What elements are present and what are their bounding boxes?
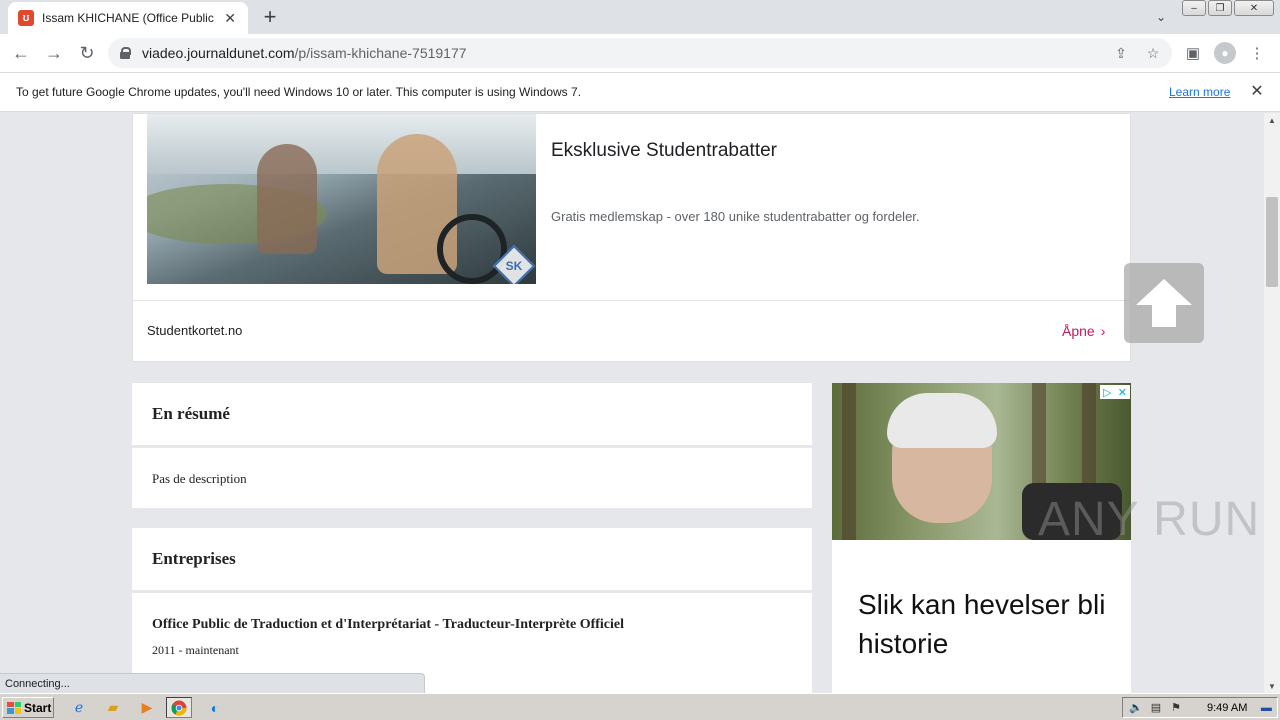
start-button[interactable]: Start: [2, 697, 54, 718]
tab-close-icon[interactable]: ✕: [222, 10, 238, 27]
bookmark-star-icon[interactable]: ☆: [1144, 44, 1162, 62]
chevron-right-icon: ›: [1100, 323, 1106, 339]
ad-open-button[interactable]: Åpne ›: [1062, 323, 1105, 339]
url-host: viadeo.journaldunet.com: [142, 45, 295, 61]
address-bar[interactable]: viadeo.journaldunet.com/p/issam-khichane…: [108, 38, 1172, 68]
ad-image[interactable]: SK: [147, 114, 536, 284]
file-explorer-icon[interactable]: ▰: [100, 697, 126, 718]
status-bubble: Connecting...: [0, 673, 425, 693]
company-period: 2011 - maintenant: [152, 643, 239, 657]
url-path: /p/issam-khichane-7519177: [294, 45, 467, 61]
clock[interactable]: 9:49 AM: [1207, 702, 1247, 714]
windows-logo-icon: [7, 701, 21, 714]
system-tray: 🔈 ▤ ⚑ 9:49 AM ▬: [1122, 697, 1278, 718]
companies-heading: Entreprises: [152, 549, 236, 568]
page-scrollbar[interactable]: ▲ ▼: [1264, 113, 1280, 693]
forward-icon[interactable]: →: [42, 41, 66, 65]
lock-icon[interactable]: [120, 47, 131, 59]
browser-toolbar: ← → ↻ viadeo.journaldunet.com/p/issam-kh…: [0, 34, 1280, 72]
resume-body: Pas de description: [132, 448, 812, 508]
ad-image-steering-wheel: [437, 214, 507, 284]
menu-kebab-icon[interactable]: ⋮: [1246, 42, 1268, 64]
ad-open-label: Åpne: [1062, 323, 1095, 339]
resume-text: Pas de description: [152, 471, 247, 486]
window-controls: – ❐ ✕: [1182, 0, 1274, 16]
internet-explorer-icon[interactable]: ℯ: [66, 697, 92, 718]
restore-button[interactable]: ❐: [1208, 0, 1232, 16]
share-icon[interactable]: ⇪: [1112, 44, 1130, 62]
show-desktop-icon[interactable]: ▬: [1259, 701, 1273, 715]
infobar-close-icon[interactable]: ✕: [1248, 82, 1266, 100]
watermark-text: ANY RUN: [1038, 493, 1261, 546]
media-player-icon[interactable]: ▶: [134, 697, 160, 718]
company-name[interactable]: Office Public de Traduction et d'Interpr…: [152, 617, 624, 633]
ad-divider: [133, 300, 1130, 301]
arrow-up-icon: [1136, 279, 1192, 327]
edge-icon[interactable]: ◐: [202, 697, 228, 718]
network-icon[interactable]: ▤: [1149, 701, 1163, 715]
ad-close-icon[interactable]: ✕: [1118, 386, 1127, 399]
scroll-down-arrow-icon[interactable]: ▼: [1264, 679, 1280, 693]
browser-tab[interactable]: ʊ Issam KHICHANE (Office Public de Tr ✕: [8, 2, 248, 34]
site-favicon-icon: ʊ: [18, 10, 34, 26]
reload-icon[interactable]: ↻: [75, 41, 99, 65]
minimize-button[interactable]: –: [1182, 0, 1206, 16]
anyrun-watermark: ANY RUN: [1038, 492, 1260, 547]
action-center-flag-icon[interactable]: ⚑: [1169, 701, 1183, 715]
chrome-taskbar-icon[interactable]: [166, 697, 192, 718]
chrome-icon: [171, 700, 187, 716]
new-tab-button[interactable]: +: [258, 4, 282, 29]
tab-title: Issam KHICHANE (Office Public de Tr: [42, 11, 216, 25]
learn-more-link[interactable]: Learn more: [1169, 85, 1230, 99]
scroll-up-arrow-icon[interactable]: ▲: [1264, 113, 1280, 127]
adchoices-icon[interactable]: ▷: [1103, 386, 1111, 399]
sponsored-ad-card[interactable]: SK Eksklusive Studentrabatter Gratis med…: [132, 113, 1131, 362]
ad-description: Gratis medlemskap - over 180 unike stude…: [551, 209, 920, 224]
resume-header: En résumé: [132, 383, 812, 445]
back-icon[interactable]: ←: [9, 41, 33, 65]
ad-image-person: [257, 144, 317, 254]
adchoices-badge[interactable]: ▷ ✕: [1100, 385, 1130, 399]
resume-heading: En résumé: [152, 404, 230, 423]
tab-strip: ʊ Issam KHICHANE (Office Public de Tr ✕ …: [0, 0, 1280, 34]
page-viewport: SK Eksklusive Studentrabatter Gratis med…: [0, 113, 1264, 693]
infobar-message: To get future Google Chrome updates, you…: [16, 85, 582, 99]
ad-title[interactable]: Eksklusive Studentrabatter: [551, 140, 777, 162]
side-ad-headline[interactable]: Slik kan hevelser bli historie: [858, 585, 1118, 663]
speaker-icon[interactable]: 🔈: [1129, 701, 1143, 715]
side-panel-icon[interactable]: ▣: [1182, 42, 1204, 64]
sk-logo-text: SK: [505, 259, 523, 273]
start-label: Start: [24, 700, 52, 715]
close-window-button[interactable]: ✕: [1234, 0, 1274, 16]
update-infobar: To get future Google Chrome updates, you…: [0, 72, 1280, 112]
scroll-to-top-button[interactable]: [1124, 263, 1204, 343]
tree-trunk: [842, 383, 856, 540]
companies-header: Entreprises: [132, 528, 812, 590]
profile-avatar-icon[interactable]: ●: [1214, 42, 1236, 64]
scrollbar-thumb[interactable]: [1266, 197, 1278, 287]
woman-hair: [887, 393, 997, 448]
tab-search-chevron-icon[interactable]: ⌄: [1150, 6, 1172, 28]
ad-image-sky: [147, 114, 536, 174]
ad-source: Studentkortet.no: [147, 323, 243, 338]
windows-taskbar: Start ℯ ▰ ▶ ◐ 🔈 ▤ ⚑ 9:49 AM ▬: [0, 693, 1280, 720]
